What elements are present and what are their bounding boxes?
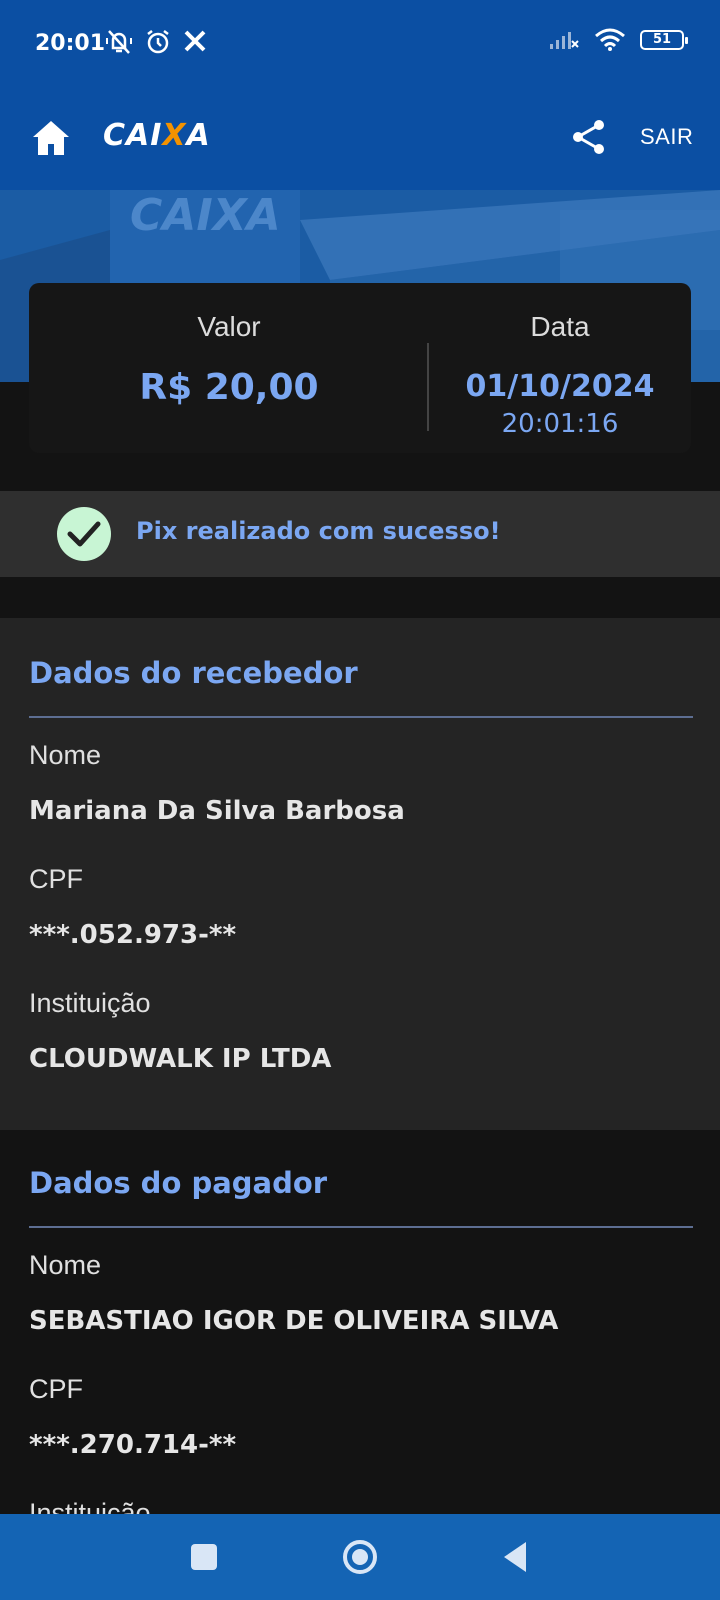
status-icons-left [104,28,208,56]
status-time: 20:01 [35,31,106,56]
recebedor-cpf-value: ***.052.973-** [29,920,237,950]
pagador-cpf-label: CPF [29,1374,83,1404]
valor-column: Valor R$ 20,00 [29,283,429,453]
success-banner: Pix realizado com sucesso! [0,491,720,577]
x-app-icon [184,30,206,52]
transaction-date: 01/10/2024 [465,369,655,404]
pagador-nome-label: Nome [29,1250,102,1280]
logo-text-x: X [162,118,187,153]
recebedor-divider [29,716,693,718]
pagador-nome-value: SEBASTIAO IGOR DE OLIVEIRA SILVA [29,1306,559,1336]
recebedor-cpf-label: CPF [29,864,83,894]
recebedor-section: Dados do recebedor Nome Mariana Da Silva… [0,618,720,1130]
data-label: Data [530,311,590,342]
summary-card: Valor R$ 20,00 Data 01/10/2024 20:01:16 [29,283,691,453]
battery-indicator: 51 [640,30,688,50]
pagador-title: Dados do pagador [29,1166,328,1200]
home-icon[interactable] [30,118,72,158]
check-circle-icon [57,507,111,561]
recebedor-instituicao-value: CLOUDWALK IP LTDA [29,1044,332,1074]
banner-sign-text: CAIXA [130,190,281,241]
wifi-icon [595,28,625,51]
status-icons-right: 51 [548,28,688,52]
recebedor-title: Dados do recebedor [29,656,358,690]
home-circle-icon[interactable] [342,1539,378,1575]
system-nav-bar [0,1514,720,1600]
recents-square-icon[interactable] [191,1544,217,1570]
transaction-time: 20:01:16 [501,409,619,439]
status-bar: 20:01 51 [0,0,720,88]
logo-text-end: A [186,118,211,153]
pagador-divider [29,1226,693,1228]
success-message: Pix realizado com sucesso! [136,517,501,545]
recebedor-instituicao-label: Instituição [29,988,151,1018]
share-icon[interactable] [570,118,608,156]
app-bar: CAIXA SAIR [0,88,720,190]
valor-label: Valor [197,311,261,342]
valor-amount: R$ 20,00 [139,367,319,408]
pagador-cpf-value: ***.270.714-** [29,1430,237,1460]
data-column: Data 01/10/2024 20:01:16 [429,283,691,453]
alarm-icon [147,30,169,54]
recebedor-nome-value: Mariana Da Silva Barbosa [29,796,405,826]
back-triangle-icon[interactable] [502,1540,528,1574]
mute-bell-icon [106,30,132,54]
caixa-logo: CAIXA [103,118,211,153]
pix-receipt-screen: 20:01 51 CAIXA SAIR CAIXA Valor R$ 20,00… [0,0,720,1600]
logo-text-start: CAI [103,118,163,153]
signal-off-icon [550,32,579,49]
recebedor-nome-label: Nome [29,740,102,770]
sair-button[interactable]: SAIR [640,124,693,150]
